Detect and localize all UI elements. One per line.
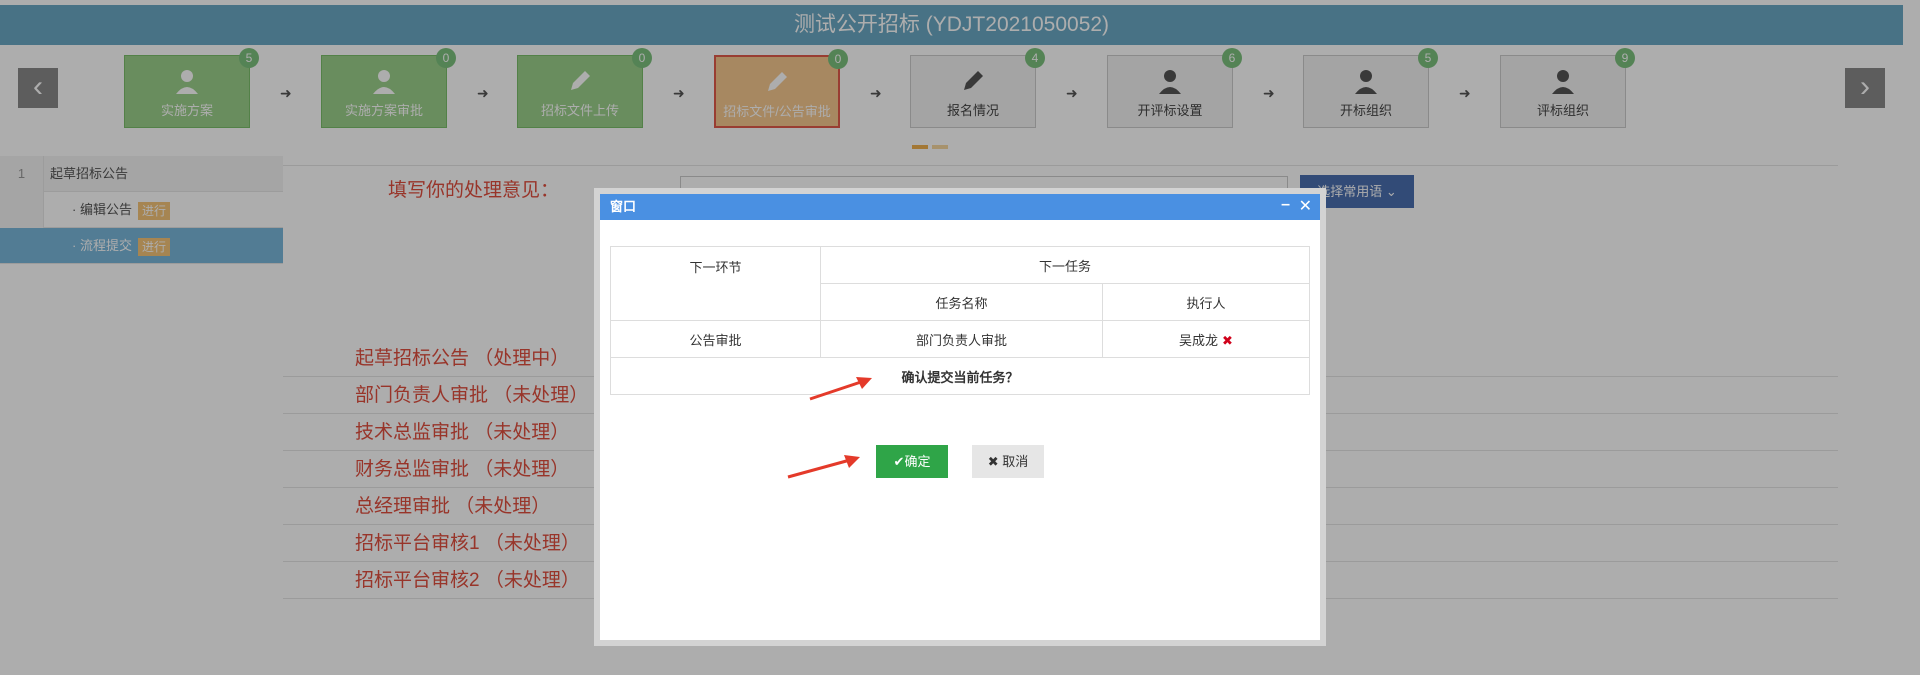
confirm-label: 确定: [904, 454, 931, 469]
minimize-icon[interactable]: –: [1281, 194, 1290, 216]
confirm-button[interactable]: ✔确定: [876, 445, 948, 478]
x-icon: ✖: [987, 454, 999, 469]
cell-node: 公告审批: [610, 320, 821, 358]
col-task-name: 任务名称: [820, 283, 1103, 321]
col-next-task: 下一任务: [820, 246, 1310, 284]
cell-executor: 吴成龙 ✖: [1102, 320, 1310, 358]
col-next-node: 下一环节: [610, 246, 821, 321]
check-icon: ✔: [893, 454, 905, 469]
next-task-table: 下一环节 下一任务 任务名称 执行人 公告审批 部门负责人审批 吴成龙 ✖ 确认提…: [610, 246, 1310, 395]
cell-task: 部门负责人审批: [820, 320, 1103, 358]
close-icon[interactable]: ✕: [1299, 194, 1312, 220]
dialog-header: 窗口 – ✕: [600, 194, 1320, 220]
cancel-button[interactable]: ✖ 取消: [972, 445, 1044, 478]
annotation-arrow-icon: [787, 455, 860, 479]
executor-name: 吴成龙: [1179, 332, 1219, 348]
submit-dialog: 窗口 – ✕ 下一环节 下一任务 任务名称 执行人 公告审批 部门负责人审批 吴…: [594, 188, 1326, 646]
col-executor: 执行人: [1102, 283, 1310, 321]
remove-executor-icon[interactable]: ✖: [1222, 333, 1233, 348]
dialog-title: 窗口: [610, 199, 637, 214]
cancel-label: 取消: [1002, 454, 1029, 469]
annotation-arrow-icon: [809, 377, 872, 401]
confirm-question: 确认提交当前任务？: [610, 357, 1310, 395]
